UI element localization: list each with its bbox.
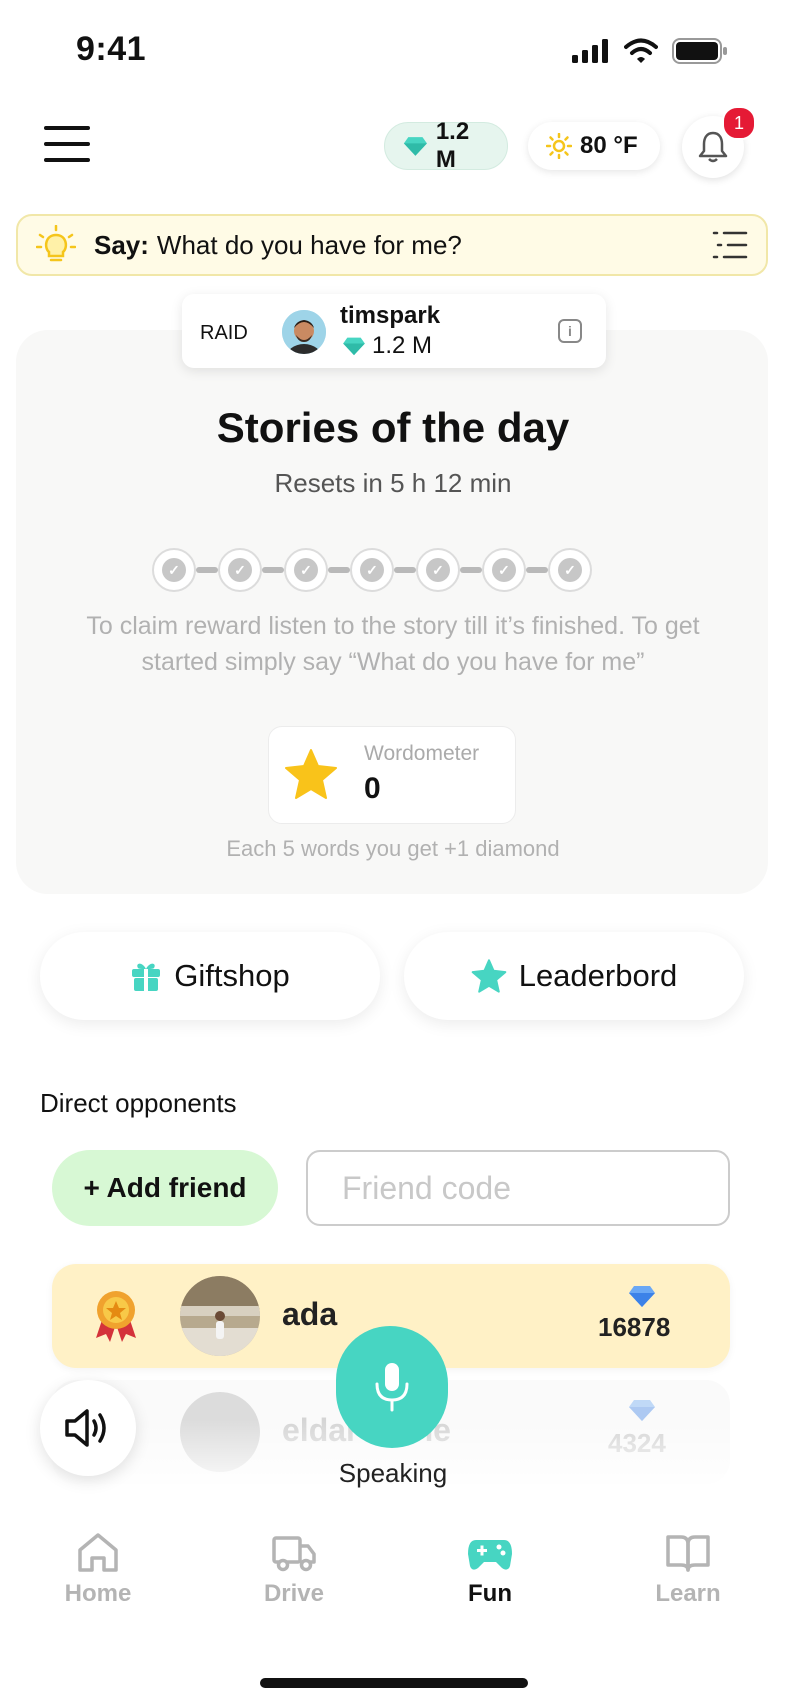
home-icon [78, 1533, 118, 1572]
bell-icon [698, 131, 728, 163]
friend-code-input[interactable] [306, 1150, 730, 1226]
book-icon [666, 1535, 710, 1572]
story-progress-steps: ✓ ✓ ✓ ✓ ✓ ✓ ✓ [152, 548, 592, 592]
battery-icon [672, 38, 727, 64]
diamond-icon [629, 1286, 655, 1307]
raid-diamonds: 1.2 M [342, 332, 432, 360]
sun-icon [546, 133, 572, 159]
star-icon [285, 749, 337, 799]
stories-reset-timer: Resets in 5 h 12 min [274, 468, 512, 498]
speaking-status: Speaking [338, 1458, 448, 1488]
raid-username: timspark [340, 302, 441, 329]
raid-diamond-value: 1.2 M [372, 332, 433, 359]
say-text: What do you have for me? [156, 229, 462, 260]
leaderboard-label: Leaderbord [518, 958, 678, 993]
lightbulb-icon [36, 225, 76, 262]
diamond-balance: 1.2 M [435, 118, 470, 173]
diamond-icon [629, 1400, 655, 1421]
microphone-icon [375, 1363, 409, 1412]
speaker-icon [65, 1409, 106, 1447]
medal-icon [96, 1291, 136, 1342]
story-step: ✓ [548, 548, 592, 592]
story-step: ✓ [416, 548, 460, 592]
opponent-score: 16878 [598, 1312, 671, 1342]
say-label: Say: [94, 229, 149, 260]
story-step: ✓ [350, 548, 394, 592]
list-icon[interactable] [712, 230, 748, 260]
diamond-balance-chip[interactable]: 1.2 M [384, 118, 508, 173]
story-step: ✓ [284, 548, 328, 592]
opponents-title: Direct opponents [40, 1088, 237, 1118]
microphone-button[interactable] [336, 1326, 448, 1448]
signal-icon [572, 39, 608, 63]
diamond-icon [403, 137, 427, 156]
wordometer-label: Wordometer [364, 742, 480, 765]
tab-learn[interactable]: Learn [590, 1532, 786, 1608]
tab-fun[interactable]: Fun [392, 1532, 588, 1608]
leaderboard-button[interactable]: Leaderbord [404, 932, 744, 1020]
gamepad-icon [468, 1540, 512, 1570]
wordometer-value: 0 [364, 772, 381, 805]
temperature: 80 °F [580, 132, 638, 159]
wifi-icon [624, 38, 658, 63]
story-step: ✓ [152, 548, 196, 592]
star-icon [471, 959, 507, 993]
say-banner[interactable]: Say: What do you have for me? [16, 214, 768, 276]
story-step: ✓ [218, 548, 262, 592]
giftshop-label: Giftshop [174, 958, 290, 993]
stories-title: Stories of the day [216, 404, 570, 451]
opponent-name: ada [282, 1296, 338, 1332]
tab-home-label: Home [64, 1580, 132, 1607]
tab-home[interactable]: Home [0, 1532, 196, 1608]
story-step: ✓ [482, 548, 526, 592]
tab-fun-label: Fun [468, 1580, 512, 1607]
tab-learn-label: Learn [655, 1580, 721, 1607]
wordometer-rule: Each 5 words you get +1 diamond [226, 836, 560, 861]
home-indicator[interactable] [260, 1678, 528, 1688]
gift-icon [132, 963, 161, 991]
status-time: 9:41 [76, 30, 147, 68]
weather-chip[interactable]: 80 °F [528, 122, 660, 170]
add-friend-button[interactable]: + Add friend [52, 1150, 278, 1226]
diamond-icon [343, 337, 365, 356]
info-icon[interactable]: i [558, 319, 582, 343]
status-icons [572, 38, 728, 64]
tab-drive-label: Drive [263, 1580, 325, 1607]
stories-hint: To claim reward listen to the story till… [86, 612, 700, 676]
raid-label: RAID [200, 322, 248, 344]
raid-avatar [282, 310, 326, 354]
opponent-avatar [180, 1276, 260, 1356]
tab-drive[interactable]: Drive [196, 1532, 392, 1608]
truck-icon [272, 1536, 316, 1572]
giftshop-button[interactable]: Giftshop [40, 932, 380, 1020]
menu-button[interactable] [44, 126, 90, 162]
notification-badge: 1 [722, 106, 756, 140]
